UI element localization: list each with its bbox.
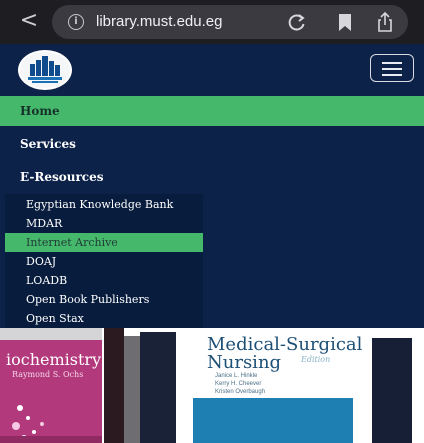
- book-cover[interactable]: [140, 332, 176, 443]
- book-cover[interactable]: [372, 338, 412, 443]
- book-cover-medical-surgical-nursing[interactable]: Medical-Surgical Nursing Edition Janice …: [193, 328, 362, 443]
- dropdown-item-mdar[interactable]: MDAR: [5, 214, 203, 233]
- cover-band: [0, 328, 102, 340]
- e-resources-dropdown: Egyptian Knowledge Bank MDAR Internet Ar…: [5, 194, 203, 328]
- books-carousel: iochemistry Raymond S. Ochs Medical-Surg…: [0, 328, 424, 443]
- site-header: [0, 44, 424, 96]
- book-title: iochemistry: [6, 350, 102, 369]
- book-title-line2: Nursing: [207, 352, 282, 373]
- share-icon[interactable]: [374, 11, 396, 33]
- dropdown-item-open-book-publishers[interactable]: Open Book Publishers: [5, 290, 203, 309]
- dropdown-item-internet-archive[interactable]: Internet Archive: [5, 233, 203, 252]
- cover-art-icon: [0, 405, 102, 443]
- hamburger-bar: [382, 68, 402, 70]
- info-icon[interactable]: i: [68, 14, 84, 30]
- reload-icon[interactable]: [286, 11, 308, 33]
- address-bar[interactable]: i library.must.edu.eg: [52, 5, 408, 39]
- bookmark-icon[interactable]: [334, 11, 356, 33]
- nav-item-services[interactable]: Services: [0, 129, 424, 159]
- library-logo[interactable]: [18, 50, 72, 90]
- dropdown-item-egyptian-knowledge-bank[interactable]: Egyptian Knowledge Bank: [5, 195, 203, 214]
- dropdown-item-open-stax[interactable]: Open Stax: [5, 309, 203, 328]
- hamburger-bar: [382, 62, 402, 64]
- main-nav: Home Services E-Resources Egyptian Knowl…: [0, 96, 424, 328]
- book-authors: Janice L. Hinkle Kerry H. Cheever Kriste…: [215, 373, 266, 395]
- hamburger-bar: [382, 74, 402, 76]
- book-author: Raymond S. Ochs: [12, 370, 84, 379]
- url-text[interactable]: library.must.edu.eg: [96, 12, 222, 32]
- book-cover-biochemistry[interactable]: iochemistry Raymond S. Ochs: [0, 328, 102, 443]
- book-edition: Edition: [301, 355, 331, 364]
- cover-photo: [193, 398, 353, 443]
- back-button[interactable]: <: [14, 6, 44, 36]
- nav-item-e-resources[interactable]: E-Resources: [0, 162, 424, 192]
- dropdown-item-doaj[interactable]: DOAJ: [5, 252, 203, 271]
- dropdown-item-loadb[interactable]: LOADB: [5, 271, 203, 290]
- menu-toggle-button[interactable]: [370, 54, 414, 82]
- logo-skyline-icon: [28, 56, 62, 83]
- book-spine: [104, 328, 124, 443]
- browser-toolbar: < i library.must.edu.eg: [0, 0, 424, 44]
- nav-item-home[interactable]: Home: [0, 96, 424, 126]
